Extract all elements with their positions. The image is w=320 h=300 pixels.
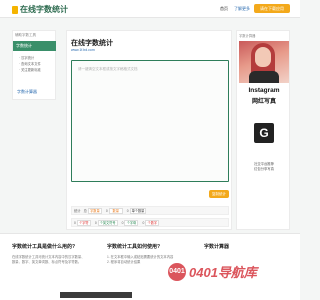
info-line: 数量、数字、英文单词数、标点符号及字符数。 — [12, 260, 82, 264]
stat-letters: 0 个字母 — [121, 219, 139, 226]
info-heading: 字数计算器 — [204, 244, 230, 250]
stat-label: 0 — [121, 220, 124, 225]
page-title: 在线字数统计 — [71, 40, 113, 47]
ad-photo-body — [249, 71, 279, 83]
stat-value: 数量 — [108, 207, 123, 214]
stat-digits: 0 个数字 — [142, 219, 160, 226]
info-heading: 字数统计工具如何使用? — [107, 244, 161, 250]
stat-label: 0 — [94, 220, 97, 225]
stat-label: 0 — [142, 220, 145, 225]
stats-total-label: 统计 — [74, 209, 81, 213]
stat-total: 总 字数量 — [83, 207, 102, 214]
info-heading: 字数统计工具是做什么用的? — [12, 244, 76, 250]
stat-value: 个字符 — [76, 219, 91, 226]
ad-photo-face — [255, 47, 271, 67]
sidebar-item-word-count[interactable]: 字数统计 — [13, 41, 56, 51]
watermark: 0401 0401导航库 — [168, 262, 257, 281]
sidebar-item-chinese-count[interactable]: · 汉字统计 — [19, 55, 34, 60]
ad-headline[interactable]: Instagram — [239, 87, 289, 94]
stat-count: 0 数量 — [105, 207, 123, 214]
page-url[interactable]: www.1f.bd.com — [71, 48, 95, 52]
left-sidebar: 辅助字数工具 字数统计 · 汉字统计 · 查询文本文件 · 关注更新标准 字数计… — [12, 30, 56, 100]
footer-strip — [60, 292, 132, 298]
site-logo[interactable]: 在线字数统计 — [12, 4, 68, 15]
nav-about-link[interactable]: 了解更多 — [234, 6, 250, 12]
stat-chars: 0 个字符 — [74, 219, 91, 226]
info-calculator: 字数计算器 — [204, 243, 290, 250]
stat-label: 总 — [83, 209, 87, 213]
info-what: 字数统计工具是做什么用的? 在线字数统计工具可统计文本内容中的汉字数量、 数量、… — [12, 243, 94, 265]
logo-icon — [12, 5, 18, 14]
main-panel: 在线字数统计 www.1f.bd.com 复制统计 统计 总 字数量 0 数量 … — [66, 30, 232, 243]
stat-label: 0 — [126, 208, 129, 213]
stat-label: 0 — [74, 220, 76, 225]
copy-stats-button[interactable]: 复制统计 — [209, 190, 229, 198]
stat-value: 个数字 — [145, 219, 160, 226]
sidebar-link-calculator[interactable]: 字数计算器 — [17, 89, 37, 95]
nav-home-link[interactable]: 首页 — [220, 6, 228, 12]
watermark-text: 0401导航库 — [189, 265, 257, 280]
stat-value: 个字母 — [124, 219, 139, 226]
sidebar-title: 辅助字数工具 — [15, 33, 36, 37]
stat-value: 字数量 — [87, 207, 102, 214]
stats-row-secondary: 0 个字符 0 个英文符号 0 个字母 0 个数字 — [71, 218, 229, 227]
ad-text-line: 红包分享写真 — [254, 167, 274, 171]
logo-text: 在线字数统计 — [20, 5, 68, 14]
stat-value: 单个数量 — [129, 207, 147, 214]
stat-label: 0 — [105, 208, 108, 213]
header-cta-button[interactable]: 请在下载应用 — [254, 4, 290, 13]
ad-column: 字数计算器 Instagram 网红写真 G 社交平台推荐 红包分享写真 — [236, 30, 290, 230]
ad-title: 字数计算器 — [239, 34, 256, 38]
watermark-logo-icon: 0401 — [168, 262, 186, 281]
stats-row-primary: 统计 总 字数量 0 数量 0 单个数量 — [71, 206, 229, 215]
ad-logo-icon[interactable]: G — [254, 123, 274, 143]
stat-value: 个英文符号 — [97, 219, 118, 226]
sidebar-item-standards[interactable]: · 关注更新标准 — [19, 67, 41, 72]
sidebar-item-query-file[interactable]: · 查询文本文件 — [19, 61, 41, 66]
top-navigation-bar: 在线字数统计 首页 了解更多 请在下载应用 — [0, 0, 300, 18]
stat-en-symbols: 0 个英文符号 — [94, 219, 118, 226]
text-input-area[interactable] — [71, 60, 229, 182]
stat-single: 0 单个数量 — [126, 207, 147, 214]
ad-subheadline[interactable]: 网红写真 — [239, 96, 289, 105]
ad-photo[interactable] — [239, 41, 289, 83]
